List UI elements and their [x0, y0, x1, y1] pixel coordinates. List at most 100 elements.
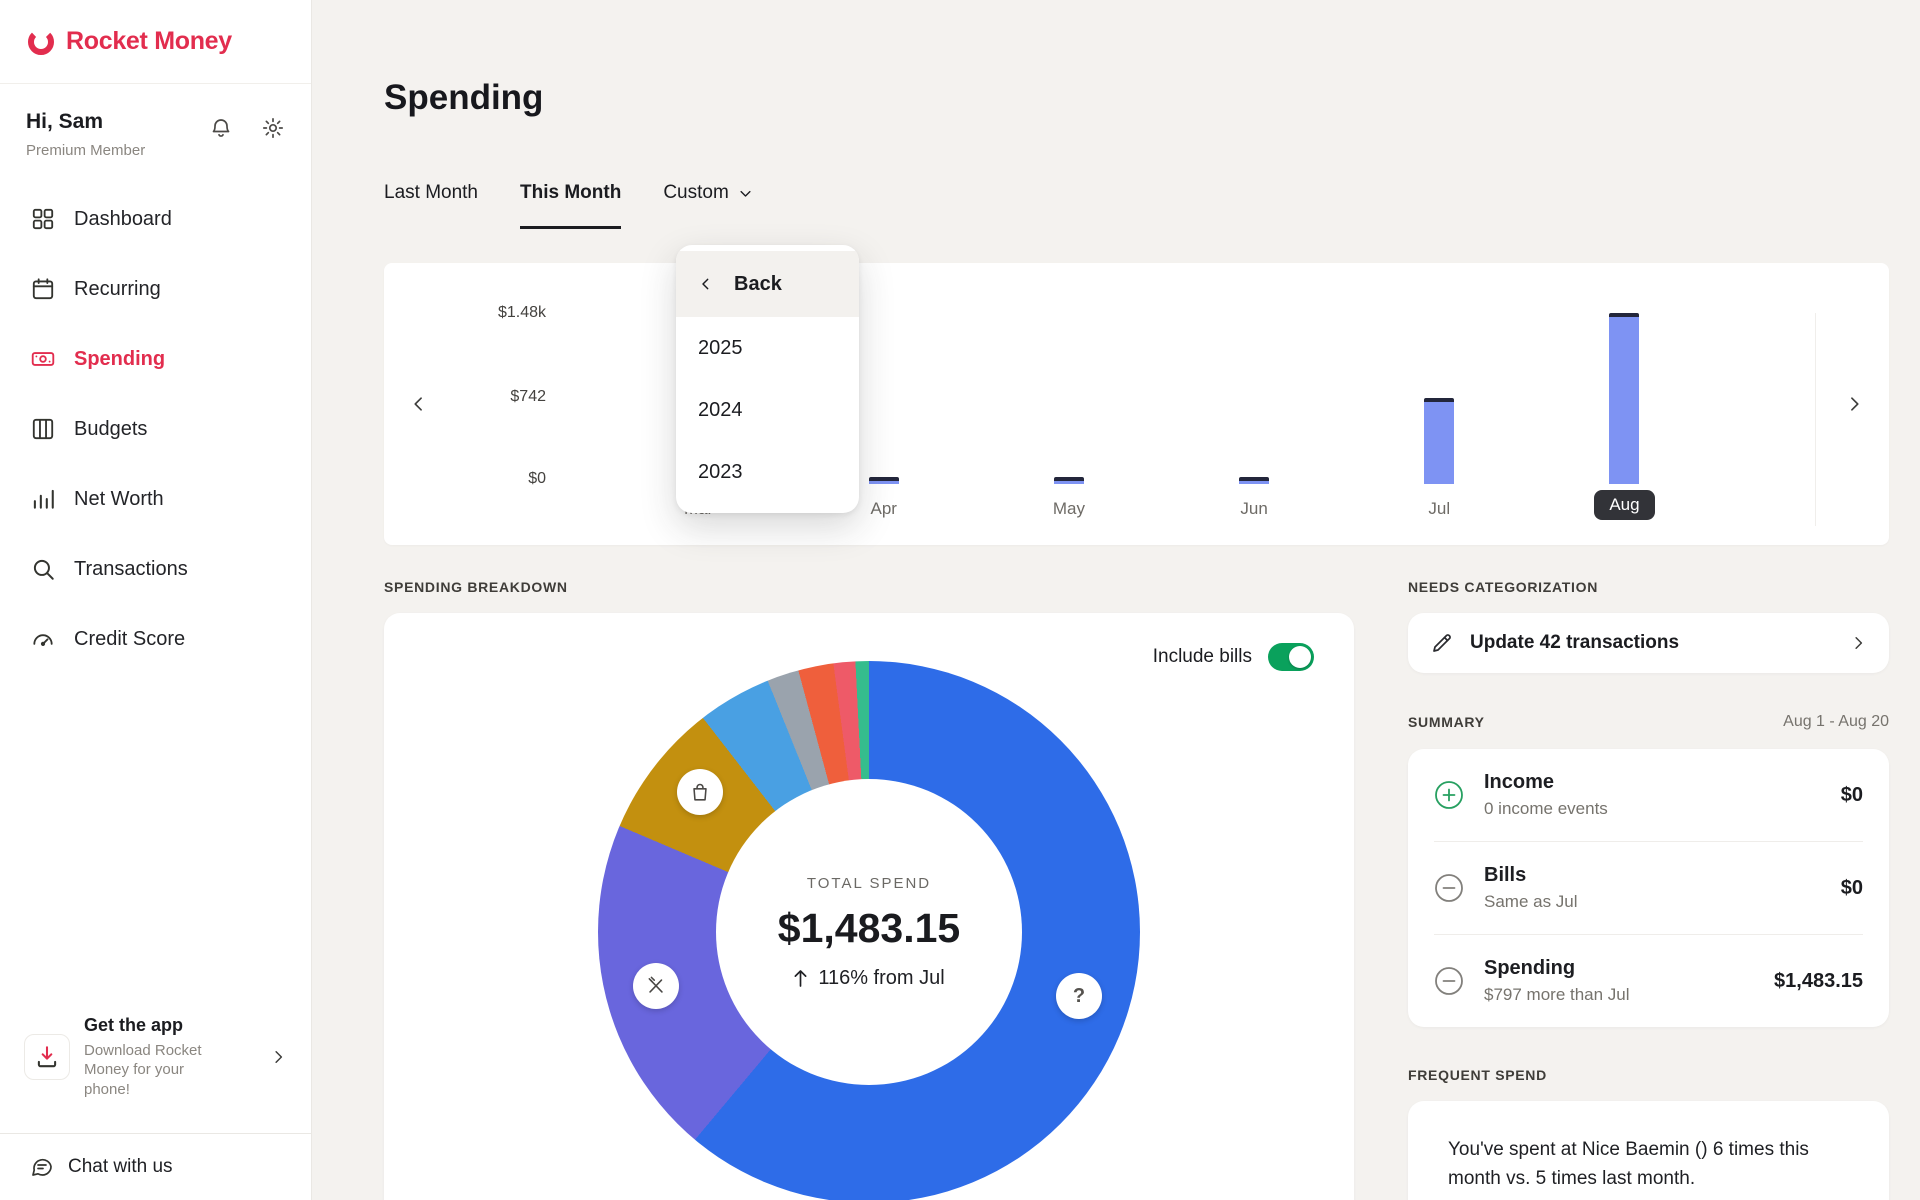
y-tick-label: $0	[528, 470, 546, 488]
budgets-icon	[30, 416, 56, 442]
bell-icon[interactable]	[209, 116, 233, 159]
summary-row-amount: $0	[1841, 877, 1863, 900]
tab-custom[interactable]: Custom	[663, 182, 752, 229]
needs-categorization-label: NEEDS CATEGORIZATION	[1408, 579, 1889, 595]
include-bills-label: Include bills	[1153, 646, 1252, 668]
help-icon[interactable]: ?	[1056, 973, 1102, 1019]
bar-column-aug[interactable]: Aug	[1532, 313, 1717, 526]
summary-date-range: Aug 1 - Aug 20	[1783, 713, 1889, 731]
summary-row-sub: Same as Jul	[1484, 892, 1578, 912]
update-transactions-button[interactable]: Update 42 transactions	[1408, 613, 1889, 673]
pencil-icon	[1430, 631, 1454, 655]
minus-circle-icon	[1434, 966, 1464, 996]
breakdown-section-label: SPENDING BREAKDOWN	[384, 579, 1354, 595]
sidebar-item-dashboard[interactable]: Dashboard	[0, 184, 311, 254]
x-axis-label-jun[interactable]: Jun	[1240, 494, 1267, 524]
brand-name: Rocket Money	[66, 27, 232, 56]
recurring-calendar-icon	[30, 276, 56, 302]
period-tabs: Last Month This Month Custom	[384, 182, 1889, 229]
sidebar-item-credit-score[interactable]: Credit Score	[0, 604, 311, 674]
nav-label: Credit Score	[74, 628, 185, 651]
y-axis: $1.48k $742 $0	[384, 263, 546, 545]
bar-column-may[interactable]: May	[976, 313, 1161, 526]
x-axis-label-may[interactable]: May	[1053, 494, 1085, 524]
gear-icon[interactable]	[261, 116, 285, 159]
sidebar-item-spending[interactable]: Spending	[0, 324, 311, 394]
plus-circle-icon	[1434, 780, 1464, 810]
tab-this-month[interactable]: This Month	[520, 182, 621, 229]
summary-row-label: Bills	[1484, 864, 1578, 887]
year-option-2023[interactable]: 2023	[676, 441, 859, 503]
chat-bubble-icon	[30, 1155, 54, 1179]
nav-label: Transactions	[74, 558, 188, 581]
main-content: Spending Last Month This Month Custom $1…	[312, 0, 1920, 1200]
x-axis-label-aug[interactable]: Aug	[1594, 490, 1654, 520]
bar[interactable]	[1054, 477, 1084, 484]
nav-label: Budgets	[74, 418, 147, 441]
bar-chart-icon	[30, 486, 56, 512]
update-transactions-label: Update 42 transactions	[1470, 632, 1833, 654]
chat-label: Chat with us	[68, 1156, 173, 1178]
bar[interactable]	[1609, 313, 1639, 484]
year-option-2025[interactable]: 2025	[676, 317, 859, 379]
download-icon	[24, 1034, 70, 1080]
summary-row-spending[interactable]: Spending $797 more than Jul $1,483.15	[1434, 934, 1863, 1027]
dashboard-grid-icon	[30, 206, 56, 232]
year-option-2024[interactable]: 2024	[676, 379, 859, 441]
page-title: Spending	[384, 78, 1889, 118]
sidebar-item-recurring[interactable]: Recurring	[0, 254, 311, 324]
shopping-bag-icon[interactable]	[677, 769, 723, 815]
membership-label: Premium Member	[26, 142, 145, 159]
nav-label: Net Worth	[74, 488, 164, 511]
get-app-subtitle: Download Rocket Money for your phone!	[84, 1041, 234, 1100]
tab-custom-label: Custom	[663, 182, 728, 204]
chevron-right-icon	[1849, 634, 1867, 652]
chat-with-us-button[interactable]: Chat with us	[0, 1133, 311, 1200]
sidebar-item-net-worth[interactable]: Net Worth	[0, 464, 311, 534]
bar[interactable]	[1239, 477, 1269, 484]
toggle-knob	[1289, 646, 1311, 668]
search-icon	[30, 556, 56, 582]
spending-bar-chart-card: $1.48k $742 $0 MarAprMayJunJulAug	[384, 263, 1889, 545]
summary-row-sub: $797 more than Jul	[1484, 985, 1630, 1005]
frequent-spend-card: You've spent at Nice Baemin () 6 times t…	[1408, 1101, 1889, 1200]
sidebar-item-budgets[interactable]: Budgets	[0, 394, 311, 464]
include-bills-toggle[interactable]	[1268, 643, 1314, 671]
y-tick-label: $742	[510, 388, 546, 406]
sidebar-item-transactions[interactable]: Transactions	[0, 534, 311, 604]
summary-row-income[interactable]: Income 0 income events $0	[1434, 749, 1863, 841]
user-header: Hi, Sam Premium Member	[0, 84, 311, 159]
summary-row-label: Income	[1484, 771, 1608, 794]
y-tick-label: $1.48k	[498, 304, 546, 322]
bar[interactable]	[869, 477, 899, 484]
nav-label: Spending	[74, 348, 165, 371]
bar[interactable]	[1424, 398, 1454, 484]
summary-row-amount: $1,483.15	[1774, 970, 1863, 993]
chevron-down-icon	[738, 186, 753, 201]
dropdown-back-label: Back	[734, 273, 782, 296]
summary-card: Income 0 income events $0 Bills Same as …	[1408, 749, 1889, 1027]
total-spend-amount: $1,483.15	[778, 905, 960, 952]
summary-row-bills[interactable]: Bills Same as Jul $0	[1434, 841, 1863, 934]
chevron-left-icon	[698, 276, 714, 292]
x-axis-label-jul[interactable]: Jul	[1428, 494, 1450, 524]
bar-column-jul[interactable]: Jul	[1347, 313, 1532, 526]
year-dropdown-menu: Back 2025 2024 2023	[676, 245, 859, 513]
x-axis-label-apr[interactable]: Apr	[871, 494, 897, 524]
tab-last-month[interactable]: Last Month	[384, 182, 478, 229]
chart-next-button[interactable]	[1835, 385, 1873, 423]
arrow-up-icon	[793, 969, 808, 988]
get-app-banner[interactable]: Get the app Download Rocket Money for yo…	[14, 1007, 297, 1108]
bar-column-jun[interactable]: Jun	[1162, 313, 1347, 526]
dropdown-back-button[interactable]: Back	[676, 251, 859, 317]
get-app-title: Get the app	[84, 1015, 255, 1036]
brand-logo[interactable]: Rocket Money	[0, 0, 311, 84]
summary-row-label: Spending	[1484, 957, 1630, 980]
sidebar-nav: Dashboard Recurring Spending Budgets Net…	[0, 159, 311, 674]
frequent-spend-label: FREQUENT SPEND	[1408, 1067, 1889, 1083]
summary-section-label: SUMMARY	[1408, 714, 1485, 730]
dining-utensils-icon[interactable]	[633, 963, 679, 1009]
delta-label: 116% from Jul	[818, 967, 944, 990]
sidebar: Rocket Money Hi, Sam Premium Member Dash…	[0, 0, 312, 1200]
minus-circle-icon	[1434, 873, 1464, 903]
